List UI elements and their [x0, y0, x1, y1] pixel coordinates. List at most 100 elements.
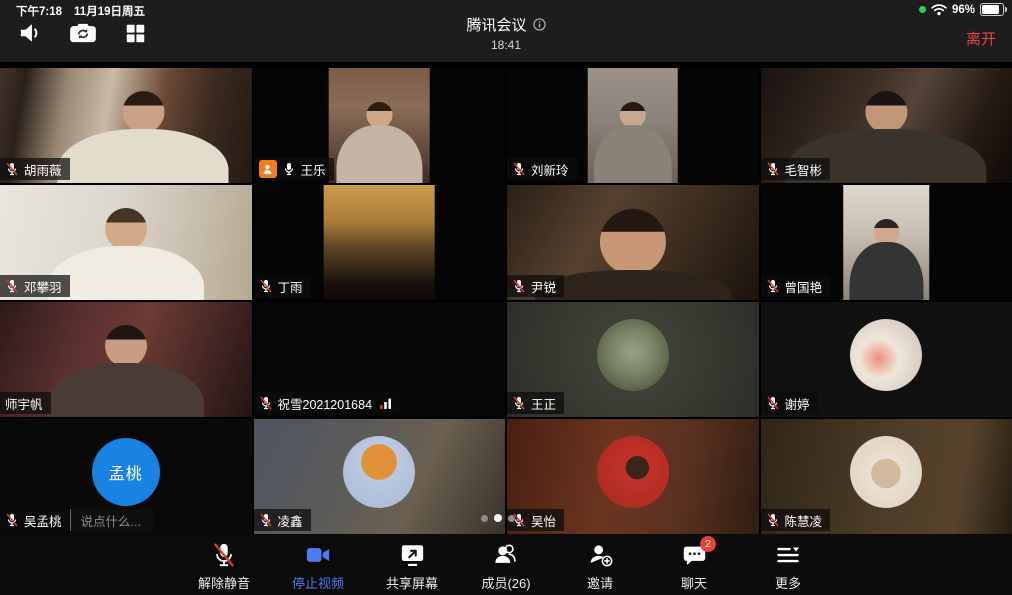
toolbar-label: 聊天 [681, 573, 707, 592]
chat-unread-badge: 2 [700, 536, 716, 552]
mic-muted-icon [259, 396, 273, 410]
participant-label: 胡雨薇 [0, 158, 70, 180]
video-tile[interactable]: 王乐 [254, 68, 506, 183]
participant-name: 王乐 [301, 160, 326, 179]
avatar [343, 436, 415, 508]
more-button[interactable]: 更多 [759, 542, 817, 592]
app-title: 腾讯会议 [466, 14, 526, 35]
quick-chat-input[interactable]: 说点什么... [70, 509, 153, 531]
video-tile[interactable]: 王正 [507, 302, 759, 417]
participant-name: 毛智彬 [785, 160, 823, 179]
mic-muted-icon [766, 279, 780, 293]
participant-name: 吴孟桃 [24, 511, 62, 530]
participant-label: 王正 [507, 392, 564, 414]
participant-label: 邓攀羽 [0, 275, 70, 297]
participant-name: 祝雪2021201684 [278, 394, 373, 413]
chat-button[interactable]: 2 聊天 [665, 542, 723, 592]
participant-label: 曾国艳 [761, 275, 831, 297]
video-tile[interactable]: 邓攀羽 [0, 185, 252, 300]
invite-button[interactable]: 邀请 [571, 542, 629, 592]
mic-muted-icon [512, 279, 526, 293]
participant-name: 凌鑫 [278, 511, 303, 530]
video-tile[interactable]: 曾国艳 [761, 185, 1012, 300]
video-tile[interactable]: 师宇帆 [0, 302, 252, 417]
info-icon[interactable] [533, 18, 546, 31]
page-dot-active [494, 514, 502, 522]
video-grid: 胡雨薇 王乐 刘新玲 毛智彬 邓攀羽 [0, 68, 1012, 534]
mic-muted-icon [259, 513, 273, 527]
participant-label: 毛智彬 [761, 158, 831, 180]
avatar [597, 436, 669, 508]
participant-video [58, 89, 229, 183]
participant-silhouette [594, 100, 672, 183]
participant-silhouette [849, 217, 923, 300]
mic-muted-icon [512, 162, 526, 176]
stop-video-button[interactable]: 停止视频 [289, 542, 347, 592]
video-tile[interactable]: 祝雪2021201684 [254, 302, 506, 417]
toolbar-label: 邀请 [587, 573, 613, 592]
meeting-elapsed-time: 18:41 [0, 38, 1012, 52]
members-button[interactable]: 成员(26) [477, 542, 535, 592]
mic-muted-icon [766, 396, 780, 410]
participant-name: 刘新玲 [531, 160, 569, 179]
participant-label: 祝雪2021201684 [254, 392, 402, 414]
recording-green-dot-icon [919, 6, 926, 13]
participant-name: 谢婷 [785, 394, 810, 413]
toolbar-label: 共享屏幕 [386, 573, 438, 592]
video-tile[interactable]: 尹锐 [507, 185, 759, 300]
participant-video [48, 323, 204, 417]
participant-video [535, 206, 731, 300]
participant-name: 陈慧凌 [785, 511, 823, 530]
participant-label: 陈慧凌 [761, 509, 831, 531]
mic-muted-icon [5, 279, 19, 293]
video-tile[interactable]: 胡雨薇 [0, 68, 252, 183]
toolbar-label: 成员(26) [481, 573, 530, 592]
mic-muted-icon [259, 279, 273, 293]
participant-label: 凌鑫 [254, 509, 311, 531]
participant-video [587, 68, 678, 183]
mic-on-icon [282, 162, 296, 176]
video-tile[interactable]: 陈慧凌 [761, 419, 1012, 534]
top-bar: 下午7:18 11月19日周五 96% [0, 0, 1012, 62]
video-tile[interactable]: 谢婷 [761, 302, 1012, 417]
participant-silhouette [336, 100, 423, 183]
avatar [850, 436, 922, 508]
video-tile[interactable]: 凌鑫 [254, 419, 506, 534]
participant-name: 曾国艳 [785, 277, 823, 296]
quick-chat-placeholder: 说点什么... [81, 511, 141, 530]
host-badge-icon [259, 160, 277, 178]
leave-button[interactable]: 离开 [966, 28, 996, 49]
mic-muted-icon [5, 513, 19, 527]
participant-label: 师宇帆 [0, 392, 51, 414]
participant-label: 刘新玲 [507, 158, 577, 180]
video-tile[interactable]: 吴怡 [507, 419, 759, 534]
participant-video [844, 185, 930, 300]
bottom-toolbar: 解除静音 停止视频 共享屏幕 [0, 534, 1012, 595]
share-screen-button[interactable]: 共享屏幕 [383, 542, 441, 592]
participant-video [48, 206, 204, 300]
participant-label: 丁雨 [254, 275, 311, 297]
participant-name: 吴怡 [531, 511, 556, 530]
participant-name: 丁雨 [278, 277, 303, 296]
mic-muted-icon [512, 396, 526, 410]
toolbar-label: 解除静音 [198, 573, 250, 592]
unmute-button[interactable]: 解除静音 [195, 542, 253, 592]
participant-label: 吴怡 [507, 509, 564, 531]
participant-label: 吴孟桃 [0, 509, 70, 531]
members-icon [492, 542, 520, 568]
participant-name: 胡雨薇 [24, 160, 62, 179]
page-indicator [481, 514, 515, 522]
video-tile[interactable]: 丁雨 [254, 185, 506, 300]
participant-label: 谢婷 [761, 392, 818, 414]
video-tile[interactable]: 毛智彬 [761, 68, 1012, 183]
page-dot [481, 515, 488, 522]
more-icon [775, 543, 801, 568]
participant-video [324, 185, 435, 300]
invite-icon [587, 542, 614, 568]
video-tile[interactable]: 孟桃 吴孟桃 说点什么... [0, 419, 252, 534]
participant-name: 尹锐 [531, 277, 556, 296]
toolbar-label: 停止视频 [292, 573, 344, 592]
video-tile[interactable]: 刘新玲 [507, 68, 759, 183]
participant-label: 尹锐 [507, 275, 564, 297]
share-screen-icon [399, 542, 426, 568]
